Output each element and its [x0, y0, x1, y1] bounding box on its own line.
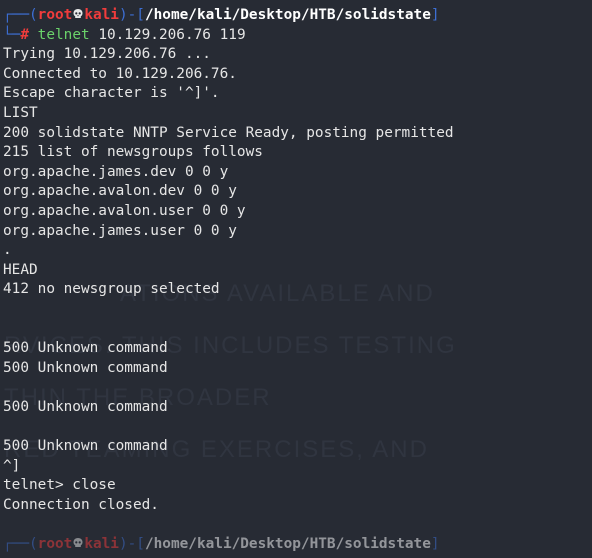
output-line: 412 no newsgroup selected: [3, 281, 220, 298]
prompt-user: root: [37, 536, 73, 553]
terminal-window[interactable]: ATIONS AVAILABLE AND RVICES. THIS INCLUD…: [0, 0, 592, 558]
terminal-output: Trying 10.129.206.76 ... Connected to 10.…: [3, 45, 592, 515]
prompt-path: /home/kali/Desktop/HTB/solidstate: [144, 7, 431, 23]
command-name: telnet: [37, 26, 90, 43]
prompt-box-top: ┌──(: [3, 536, 38, 553]
output-line: 500 Unknown command: [3, 359, 168, 376]
output-line: Connection closed.: [3, 496, 159, 513]
skull-icon: [72, 7, 84, 23]
output-line: Trying 10.129.206.76 ...: [3, 46, 211, 63]
prompt-line-next: ┌──(root kali)-[/home/kali/Desktop/HTB/so…: [3, 535, 592, 555]
prompt-separator: )-[: [118, 7, 145, 23]
prompt-path: /home/kali/Desktop/HTB/solidstate: [144, 536, 431, 553]
prompt-line-top: ┌──(root kali)-[/home/kali/Desktop/HTB/so…: [3, 6, 592, 26]
output-line: ^]: [3, 457, 21, 474]
command-args: 10.129.206.76 119: [89, 26, 246, 43]
output-line: 215 list of newsgroups follows: [3, 144, 263, 161]
terminal-content: ┌──(root kali)-[/home/kali/Desktop/HTB/so…: [3, 6, 592, 555]
prompt-bracket-close: ]: [430, 7, 440, 23]
output-line: 500 Unknown command: [3, 438, 168, 455]
output-line: 500 Unknown command: [3, 398, 168, 415]
prompt-hash: #: [20, 26, 29, 43]
prompt-bracket-close: ]: [430, 536, 440, 553]
output-line: 500 Unknown command: [3, 340, 168, 357]
output-line: LIST: [3, 104, 38, 121]
prompt-box-bottom: └─: [3, 26, 21, 43]
output-line: .: [3, 242, 12, 259]
output-line: Escape character is '^]'.: [3, 85, 220, 102]
prompt-separator: )-[: [118, 536, 145, 553]
output-line: Connected to 10.129.206.76.: [3, 65, 237, 82]
skull-icon: [72, 536, 84, 552]
prompt-host: kali: [84, 536, 119, 553]
output-line: org.apache.james.dev 0 0 y: [3, 163, 229, 180]
output-line: HEAD: [3, 261, 38, 278]
output-line: org.apache.james.user 0 0 y: [3, 222, 237, 239]
output-line: 200 solidstate NNTP Service Ready, posti…: [3, 124, 454, 141]
prompt-host: kali: [84, 7, 119, 23]
output-line: org.apache.avalon.user 0 0 y: [3, 202, 246, 219]
output-line: org.apache.avalon.dev 0 0 y: [3, 183, 237, 200]
prompt-line-bottom: └─# telnet 10.129.206.76 119: [3, 26, 592, 46]
output-line: telnet> close: [3, 477, 116, 494]
prompt-box-top: ┌──(: [3, 7, 38, 23]
prompt-user: root: [37, 7, 73, 23]
